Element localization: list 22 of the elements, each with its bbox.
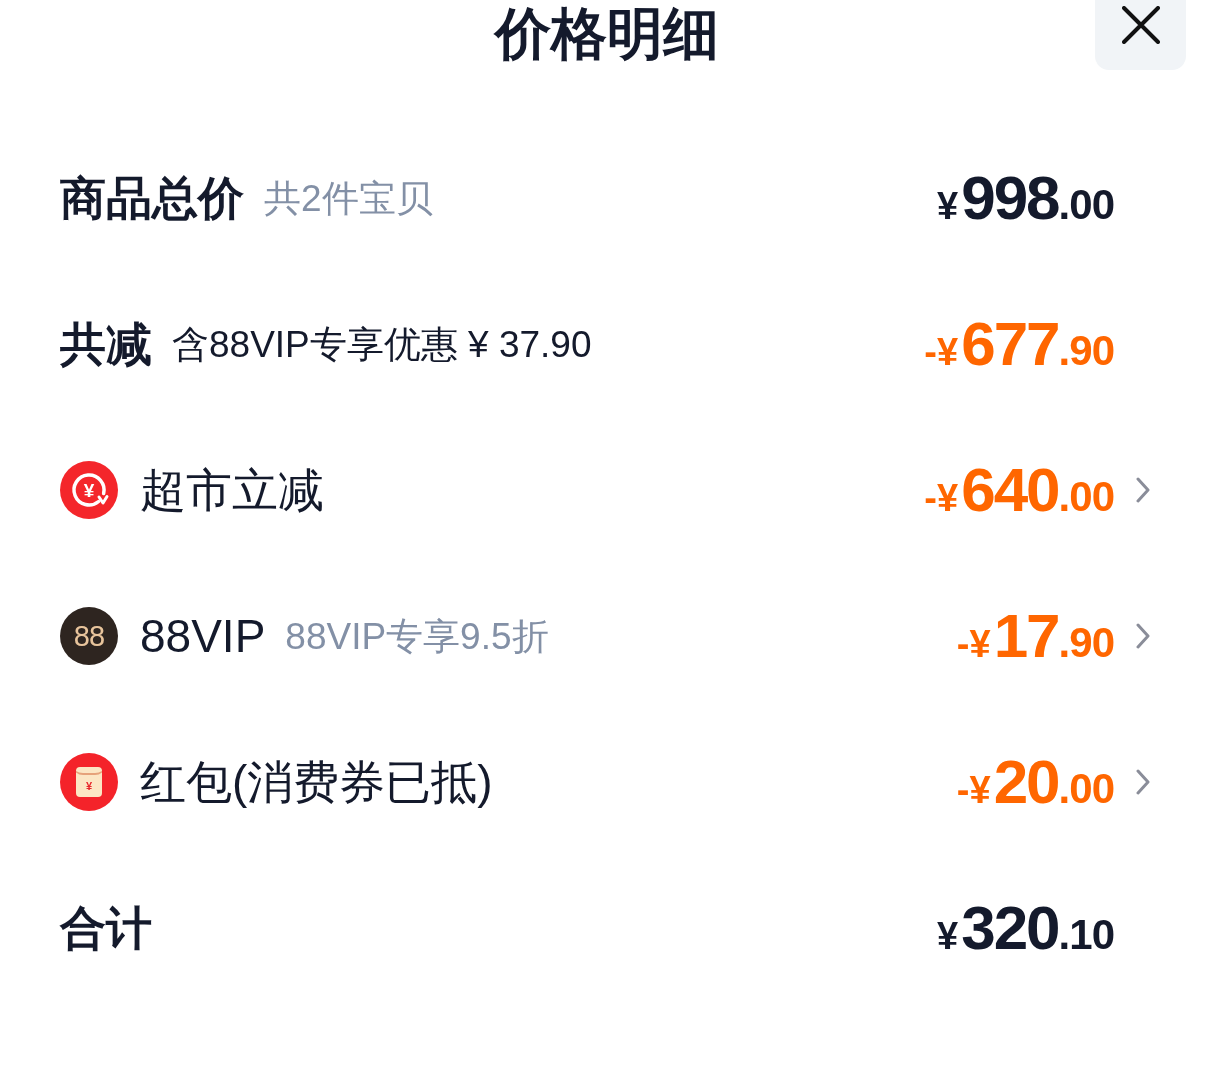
price-amount: -¥20.00	[956, 751, 1114, 813]
chevron-right-icon[interactable]	[1136, 477, 1150, 503]
price-amount: -¥640.00	[924, 459, 1114, 521]
row-label: 88VIP	[140, 613, 266, 659]
price-amount: -¥17.90	[956, 605, 1114, 667]
row-note: 含88VIP专享优惠 ¥ 37.90	[172, 325, 592, 363]
row-label: 合计	[60, 905, 152, 951]
chevron-right-icon[interactable]	[1136, 623, 1150, 649]
price-amount: ¥320.10	[937, 897, 1114, 959]
row-note: 共2件宝贝	[264, 179, 433, 217]
row-label: 商品总价	[60, 175, 244, 221]
row-label: 共减	[60, 321, 152, 367]
row-label: 超市立减	[140, 467, 324, 513]
price-amount: -¥677.90	[924, 313, 1114, 375]
row-note: 88VIP专享9.5折	[285, 617, 549, 655]
close-button[interactable]	[1095, 0, 1186, 70]
chevron-right-icon[interactable]	[1136, 769, 1150, 795]
circle-88-icon: 88	[60, 607, 118, 665]
price-amount: ¥998.00	[937, 167, 1114, 229]
sheet-title: 价格明细	[495, 1, 719, 62]
envelope-icon: ¥	[60, 753, 118, 811]
close-icon	[1121, 6, 1160, 44]
